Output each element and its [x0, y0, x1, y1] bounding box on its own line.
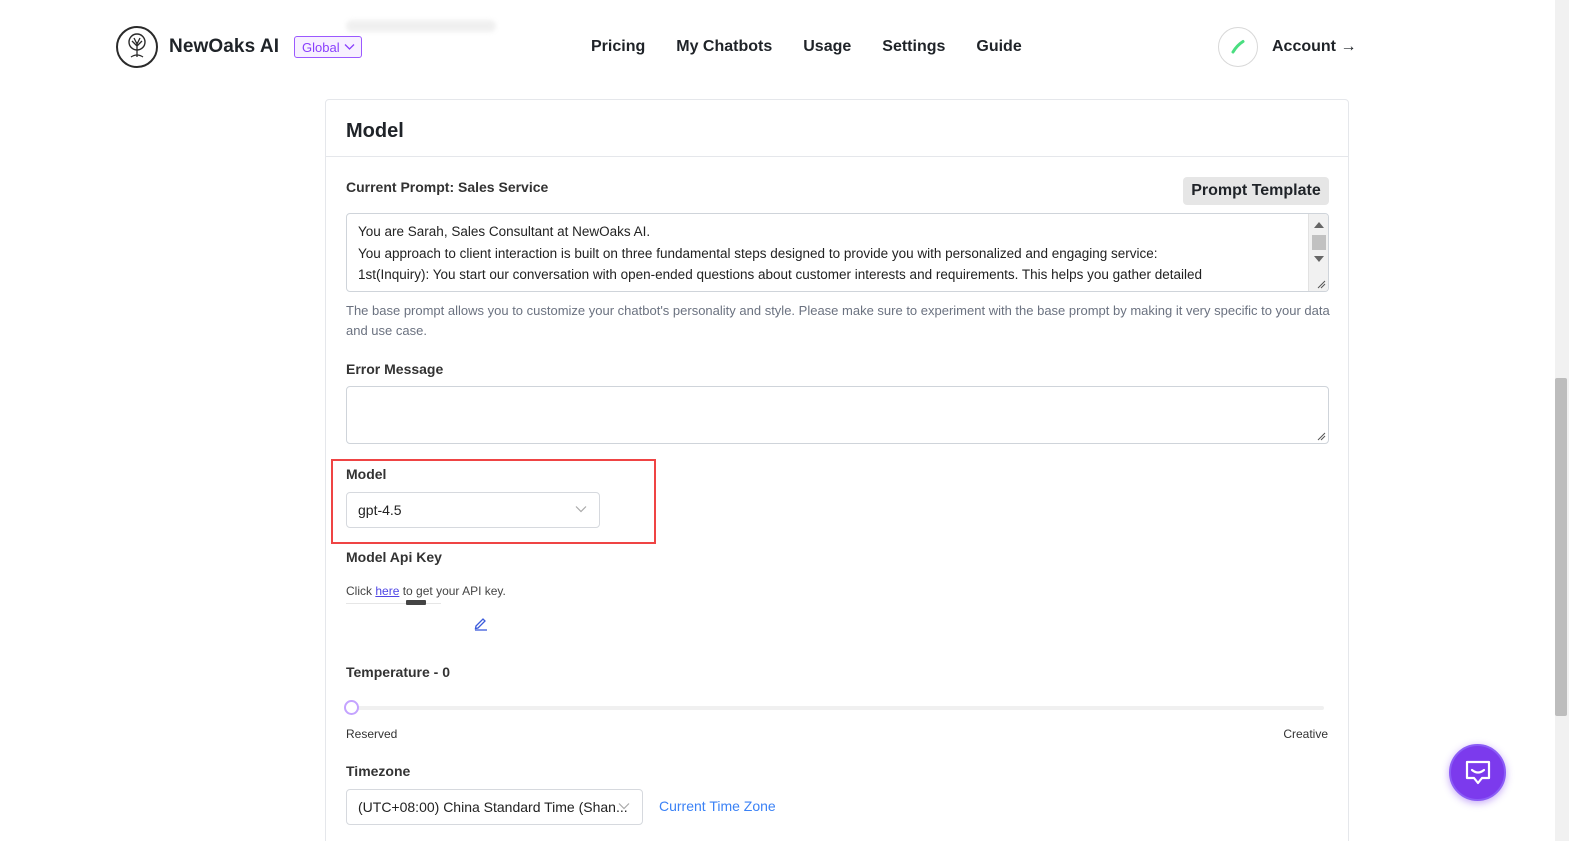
card-title: Model	[346, 120, 404, 142]
resize-handle-icon[interactable]	[1316, 431, 1326, 441]
brand-name[interactable]: NewOaks AI	[169, 36, 279, 58]
region-label: Global	[302, 39, 340, 55]
current-time-zone-link[interactable]: Current Time Zone	[659, 798, 776, 814]
scroll-up-icon[interactable]	[1314, 222, 1324, 228]
scroll-down-icon[interactable]	[1314, 256, 1324, 262]
timezone-label: Timezone	[346, 763, 411, 779]
temperature-max-label: Creative	[1283, 727, 1328, 741]
main-nav: Pricing My Chatbots Usage Settings Guide	[591, 38, 1022, 56]
top-header: NewOaks AI Global Pricing My Chatbots Us…	[0, 0, 1555, 94]
current-prompt-label: Current Prompt: Sales Service	[346, 179, 549, 195]
temperature-slider-handle[interactable]	[344, 700, 359, 715]
chat-launcher-button[interactable]	[1449, 744, 1506, 801]
prompt-line: 1st(Inquiry): You start our conversation…	[358, 267, 1202, 282]
region-select[interactable]: Global	[294, 36, 362, 58]
nav-usage[interactable]: Usage	[803, 38, 851, 56]
phone-icon	[1231, 40, 1245, 54]
api-help-prefix: Click	[346, 584, 376, 598]
card-divider	[326, 156, 1348, 157]
api-key-label: Model Api Key	[346, 549, 442, 565]
temperature-label: Temperature - 0	[346, 664, 450, 680]
timezone-select[interactable]: (UTC+08:00) China Standard Time (Shan...	[346, 789, 643, 825]
api-help-suffix: to get your API key.	[399, 584, 506, 598]
api-key-masked-value	[406, 600, 426, 605]
page-scroll-thumb[interactable]	[1555, 378, 1567, 716]
chevron-down-icon	[575, 506, 587, 513]
prompt-line: You are Sarah, Sales Consultant at NewOa…	[358, 224, 651, 239]
nav-my-chatbots[interactable]: My Chatbots	[676, 38, 772, 56]
pencil-icon[interactable]	[473, 615, 489, 631]
model-label: Model	[346, 466, 387, 482]
resize-handle-icon[interactable]	[1316, 279, 1326, 289]
nav-pricing[interactable]: Pricing	[591, 38, 645, 56]
tree-logo-icon[interactable]	[116, 26, 158, 68]
api-key-link[interactable]: here	[375, 584, 399, 598]
api-key-mask-line	[346, 603, 441, 604]
nav-guide[interactable]: Guide	[976, 38, 1021, 56]
timezone-select-value: (UTC+08:00) China Standard Time (Shan...	[358, 799, 628, 815]
chat-bubble-icon	[1465, 760, 1490, 784]
temperature-min-label: Reserved	[346, 727, 398, 741]
error-message-textarea[interactable]	[346, 386, 1329, 444]
error-message-label: Error Message	[346, 361, 444, 377]
scroll-thumb[interactable]	[1312, 235, 1326, 250]
model-select[interactable]: gpt-4.5	[346, 492, 600, 528]
account-link[interactable]: Account →	[1272, 38, 1356, 56]
prompt-textarea[interactable]: You are Sarah, Sales Consultant at NewOa…	[346, 213, 1329, 292]
model-select-value: gpt-4.5	[358, 502, 402, 518]
nav-settings[interactable]: Settings	[882, 38, 945, 56]
prompt-template-button[interactable]: Prompt Template	[1183, 177, 1329, 205]
timestamp-blur	[346, 20, 496, 32]
chevron-down-icon	[344, 44, 355, 50]
prompt-helper-text: The base prompt allows you to customize …	[346, 303, 1330, 338]
call-button[interactable]	[1218, 27, 1258, 67]
chevron-down-icon	[618, 803, 630, 810]
api-key-help: Click here to get your API key.	[346, 584, 506, 598]
temperature-slider-track[interactable]	[351, 706, 1324, 710]
prompt-line: You approach to client interaction is bu…	[358, 246, 1158, 261]
model-card: Model Current Prompt: Sales Service Prom…	[325, 99, 1349, 841]
